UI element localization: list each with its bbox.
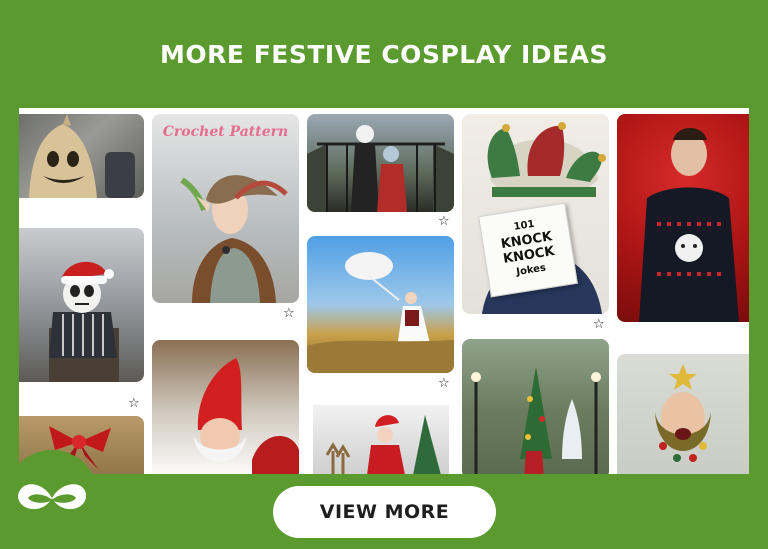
jack-skellington-kid-illustration (49, 261, 119, 382)
pin-baby-gnome[interactable] (152, 340, 299, 474)
save-star-icon[interactable]: ☆ (438, 377, 450, 390)
pin-mary-poppins[interactable] (307, 236, 454, 373)
pin-crochet-elf-hat[interactable]: Crochet Pattern (152, 114, 299, 303)
joke-book: 101 KNOCK KNOCK Jokes (478, 202, 578, 298)
mrs-claus-barbie-illustration (325, 415, 441, 474)
pin-ornament-beard[interactable] (617, 354, 749, 474)
elf-hat-model-illustration (180, 175, 288, 303)
mary-poppins-illustration (307, 252, 454, 373)
ornament-beard-illustration (655, 364, 711, 462)
oogie-boogie-illustration (29, 114, 135, 198)
save-star-icon[interactable]: ☆ (128, 397, 140, 410)
pin-jester-hat-jokes[interactable]: 101 KNOCK KNOCK Jokes (462, 114, 609, 314)
pin-oogie-boogie[interactable] (19, 114, 144, 198)
pin-jack-and-sally[interactable] (307, 114, 454, 212)
pin-mrs-claus-barbie[interactable] (313, 405, 449, 474)
sprout-logo-icon (18, 484, 86, 510)
save-star-icon[interactable]: ☆ (593, 318, 605, 331)
save-star-icon[interactable]: ☆ (438, 215, 450, 228)
crochet-pattern-heading: Crochet Pattern (162, 124, 289, 140)
pin-christmas-sweater[interactable] (617, 114, 749, 322)
page-title: MORE FESTIVE COSPLAY IDEAS (160, 40, 608, 69)
pin-christmas-tree-park[interactable] (462, 339, 609, 474)
pin-grid: ☆ Crochet Pattern ☆ ☆ ☆ 101 KNOCK KNOCK … (19, 108, 749, 474)
view-more-button[interactable]: VIEW MORE (273, 486, 496, 538)
sprout-logo[interactable] (6, 450, 98, 542)
christmas-sweater-illustration (639, 128, 739, 322)
pin-jack-skellington-kid[interactable] (19, 228, 144, 382)
christmas-tree-park-illustration (471, 367, 601, 474)
baby-gnome-illustration (194, 358, 299, 474)
save-star-icon[interactable]: ☆ (283, 307, 295, 320)
jack-and-sally-illustration (307, 125, 454, 212)
